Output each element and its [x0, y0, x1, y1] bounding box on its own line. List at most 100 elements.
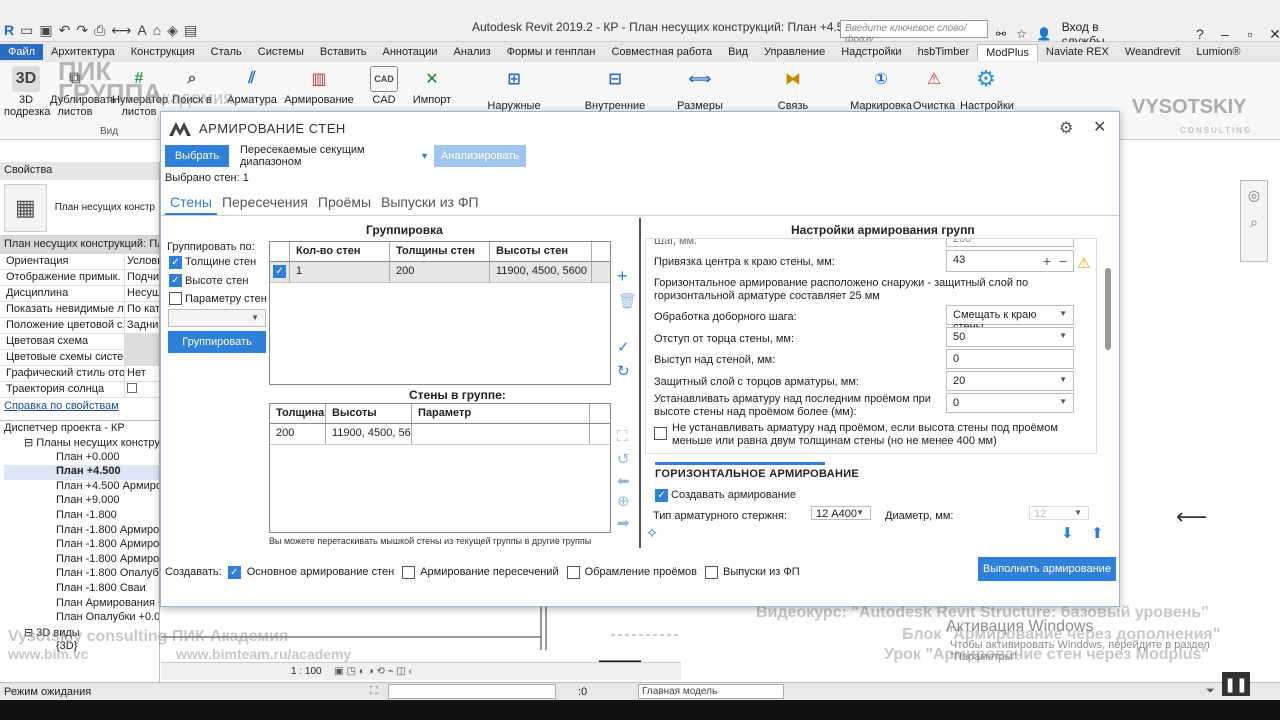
tree-item[interactable]: План -1.800 — [4, 509, 159, 524]
ribbon-button-inner-dims[interactable]: ⊟ Внутренние — [584, 66, 646, 112]
tab-walls[interactable]: Стены — [165, 192, 217, 215]
ribbon-button-cleanup[interactable]: ⚠ Очистка — [912, 66, 956, 112]
check-all-icon[interactable]: ✓ — [617, 338, 630, 356]
minus-icon[interactable]: − — [1059, 253, 1067, 269]
workset-select[interactable] — [388, 684, 556, 699]
select-button[interactable]: Выбрать — [165, 145, 229, 167]
prop-row[interactable]: Отображение примык.Подчис — [0, 270, 159, 286]
section-icon[interactable]: ◈ — [167, 22, 178, 39]
skip-checkbox[interactable] — [654, 427, 667, 440]
open-icon[interactable]: ▭ — [20, 22, 33, 39]
select-in-model-icon[interactable]: ⛶ — [617, 428, 628, 445]
group-thickness-checkbox[interactable]: ✓ — [169, 256, 182, 269]
intersections-checkbox[interactable] — [402, 565, 416, 579]
node-link-icon[interactable]: ⟡ — [647, 524, 657, 541]
bar-type-select[interactable]: 12 А400 ▼ — [811, 506, 871, 520]
prop-row[interactable]: Ориентация Условн — [0, 254, 159, 270]
tab-view[interactable]: Вид — [720, 44, 756, 60]
zoom-icon[interactable]: ⌕ — [1241, 214, 1267, 231]
text-icon[interactable]: A — [137, 22, 146, 38]
arrow-left-icon[interactable]: ⬅ — [617, 472, 630, 490]
above-opening-select[interactable]: 0 ▼ — [946, 393, 1074, 413]
star-icon[interactable]: ☆ — [1016, 27, 1027, 41]
ribbon-button-import[interactable]: ✕ Импорт — [410, 66, 454, 106]
tree-item-active[interactable]: План +4.500 — [4, 465, 159, 480]
history-icon[interactable]: ↺ — [617, 450, 630, 468]
tab-lumion[interactable]: Lumion® — [1188, 44, 1248, 60]
create-horizontal-checkbox[interactable]: ✓ — [655, 489, 668, 502]
group-param-select[interactable]: ▼ — [168, 309, 266, 327]
tree-item[interactable]: План Армирования +0.000 — [4, 597, 159, 612]
end-offset-select[interactable]: 50 ▼ — [946, 327, 1074, 347]
target-icon[interactable]: ⊕ — [617, 492, 630, 510]
undo-icon[interactable]: ↶ — [59, 22, 71, 39]
main-reinforcement-checkbox[interactable]: ✓ — [227, 565, 241, 579]
table-row[interactable]: ✓ 1 200 11900, 4500, 5600 — [270, 262, 610, 283]
tree-item[interactable]: План +4.500 Армиров — [4, 480, 159, 495]
tab-structure[interactable]: Конструкция — [123, 44, 203, 60]
pause-icon[interactable]: ❚❚ — [1222, 672, 1250, 696]
refresh-icon[interactable]: ↻ — [617, 362, 630, 380]
help-icon[interactable]: ? — [1192, 26, 1207, 42]
prop-row[interactable]: Графический стиль ото. Нет — [0, 366, 159, 382]
tree-item[interactable]: План -1.800 Армиров — [4, 538, 159, 553]
tab-systems[interactable]: Системы — [250, 44, 312, 60]
navigation-bar[interactable]: ◎ ⌕ — [1240, 180, 1268, 262]
3d-view-icon[interactable]: ⌂ — [153, 22, 161, 38]
plus-icon[interactable]: + — [1043, 253, 1051, 269]
analyze-button[interactable]: Анализировать — [434, 145, 526, 167]
tree-item[interactable]: План -1.800 Армиров — [4, 553, 159, 568]
view-controls-icons[interactable]: ▣ ◳ ◐ ◑ ⟲ ⌁ ◫ ‹ — [334, 666, 412, 677]
splitter[interactable] — [639, 218, 641, 548]
ribbon-button-marking[interactable]: ① Маркировка — [850, 66, 912, 112]
group-param-checkbox[interactable] — [169, 292, 182, 305]
row-checkbox[interactable]: ✓ — [270, 262, 290, 282]
download-icon[interactable]: ⬇ — [1061, 524, 1074, 542]
worksets-icon[interactable]: ⛶ — [370, 685, 378, 698]
prop-row[interactable]: Положение цветовой с.Задний — [0, 318, 159, 334]
save-icon[interactable]: ▣ — [39, 22, 52, 39]
extra-step-select[interactable]: Смещать к краю стены▼ — [946, 305, 1074, 333]
user-icon[interactable]: 👤 — [1037, 27, 1052, 41]
end-cover-select[interactable]: 20 ▼ — [946, 371, 1074, 391]
openings-frame-checkbox[interactable] — [566, 565, 580, 579]
arrow-right-icon[interactable]: ➡ — [617, 514, 630, 532]
add-group-icon[interactable]: + — [617, 266, 628, 287]
wheel-icon[interactable]: ◎ — [1241, 187, 1267, 204]
tree-item[interactable]: План +0.000 — [4, 451, 159, 466]
tab-collaborate[interactable]: Совместная работа — [603, 44, 720, 60]
prop-row[interactable]: Цветовые схемы систе. — [0, 350, 159, 366]
prop-row[interactable]: Показать невидимые л.По кате — [0, 302, 159, 318]
minimize-button[interactable]: – — [1217, 26, 1232, 42]
instance-selector[interactable]: План несущих конструкций: План — [0, 236, 159, 254]
tab-openings[interactable]: Проёмы — [313, 192, 376, 215]
maximize-button[interactable]: ▫ — [1242, 26, 1257, 42]
close-window-button[interactable]: ✕ — [1268, 26, 1280, 43]
search-input[interactable]: Введите ключевое слово/фразу — [840, 20, 988, 45]
prop-row[interactable]: Траектория солнца — [0, 382, 159, 398]
tree-item[interactable]: План -1.800 Опалубка — [4, 567, 159, 582]
settings-scrollbar[interactable] — [1105, 268, 1111, 350]
ribbon-button-settings[interactable]: ⚙ Настройки — [960, 66, 1014, 112]
redo-icon[interactable]: ↷ — [76, 22, 88, 39]
overhang-input[interactable]: 0 — [946, 349, 1074, 369]
tab-manage[interactable]: Управление — [756, 44, 833, 60]
group-height-checkbox[interactable]: ✓ — [169, 274, 182, 287]
tab-intersections[interactable]: Пересечения — [217, 192, 313, 215]
tree-item[interactable]: План +9.000 — [4, 494, 159, 509]
ribbon-button-rebar[interactable]: ⫽ Арматура — [226, 66, 278, 106]
scale-selector[interactable]: 1 : 100 — [291, 666, 322, 677]
prop-checkbox[interactable] — [124, 382, 159, 397]
tree-item[interactable]: План -1.800 Сваи — [4, 582, 159, 597]
tab-addins[interactable]: Надстройки — [833, 44, 909, 60]
model-select[interactable]: Главная модель — [638, 684, 784, 699]
select-mode-dropdown[interactable]: Пересекаемые секущим диапазоном ▼ — [233, 144, 429, 168]
tab-weandrevit[interactable]: Weandrevit — [1117, 44, 1188, 60]
upload-icon[interactable]: ⬆ — [1091, 524, 1104, 542]
diameter-select[interactable]: 12 ▼ — [1029, 506, 1089, 520]
tab-outlets[interactable]: Выпуски из ФП — [376, 192, 484, 215]
prop-row[interactable]: Цветовая схема — [0, 334, 159, 350]
tab-hsbtimber[interactable]: hsbTimber — [910, 44, 978, 60]
close-views-icon[interactable]: ▤ — [184, 22, 197, 39]
ribbon-button-cad[interactable]: CAD CAD — [366, 66, 402, 106]
